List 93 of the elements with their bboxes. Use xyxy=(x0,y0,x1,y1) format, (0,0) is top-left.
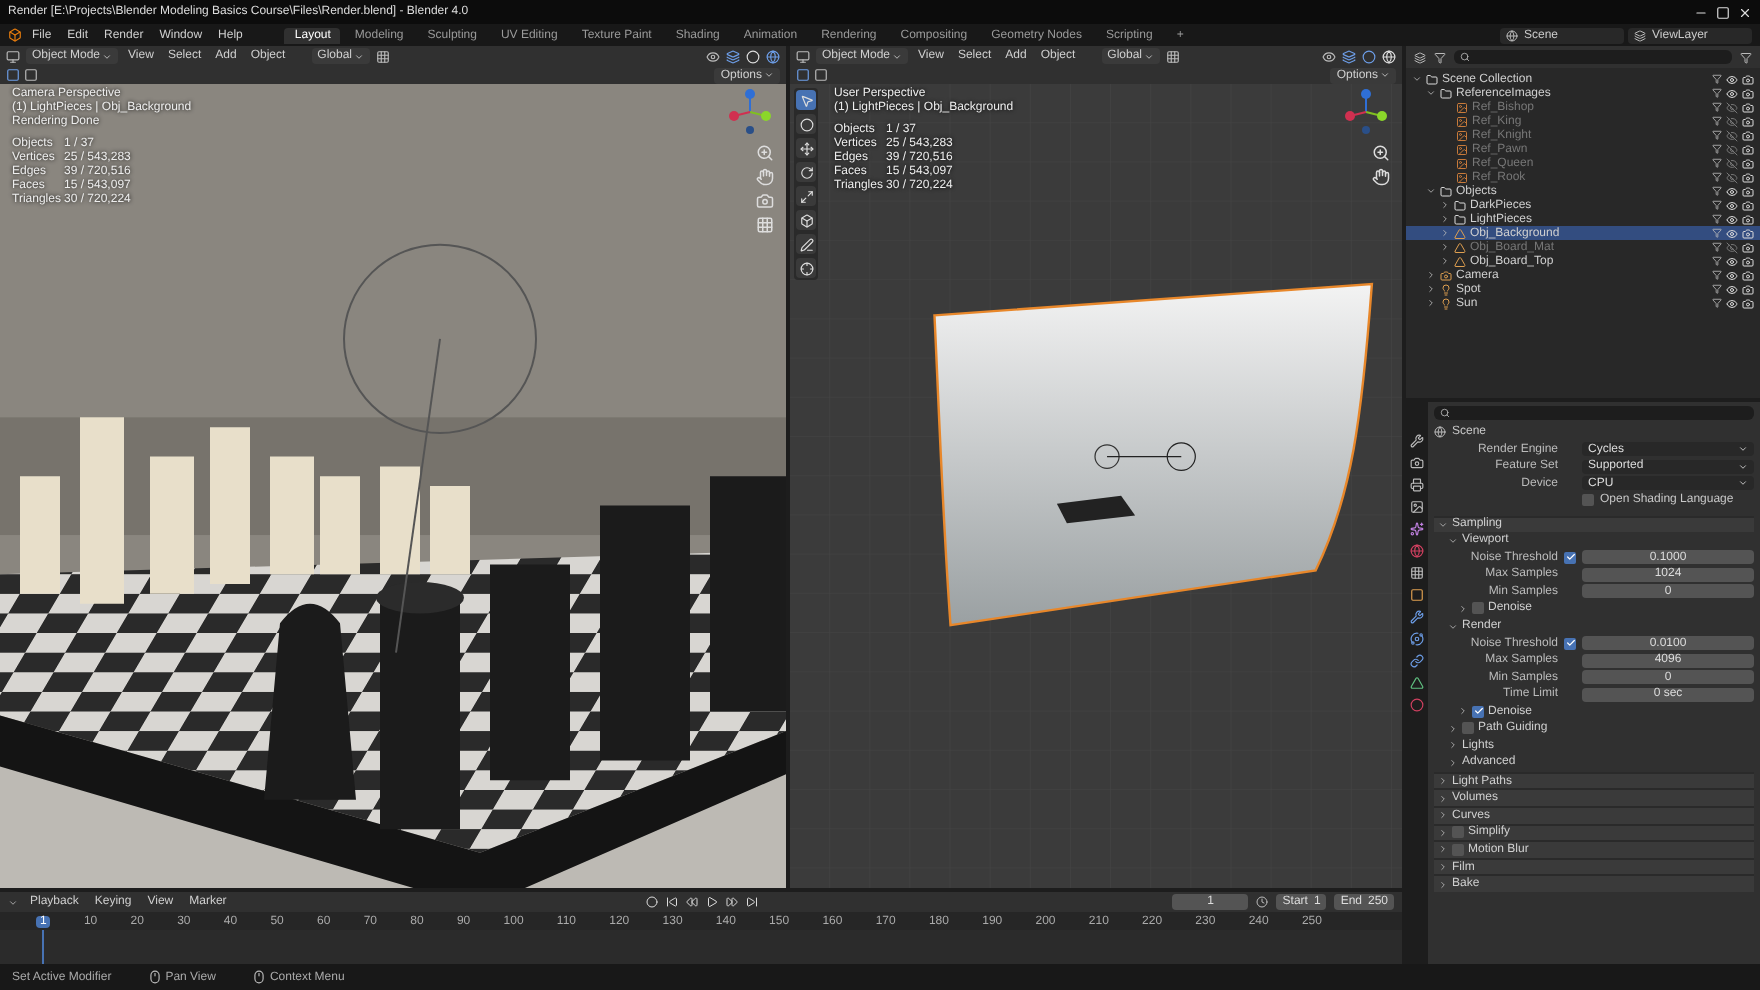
maximize-icon[interactable] xyxy=(1716,5,1730,19)
search-icon xyxy=(1460,52,1470,62)
checkbox[interactable] xyxy=(1452,843,1464,856)
snap-icon[interactable] xyxy=(376,49,390,63)
caret-icon xyxy=(892,51,903,61)
layers-icon xyxy=(1634,29,1646,41)
editor-type-icon[interactable] xyxy=(796,49,810,63)
checkbox[interactable] xyxy=(1472,705,1484,718)
editor-type-icon[interactable] xyxy=(1414,51,1426,63)
filter-icon xyxy=(1712,199,1722,209)
mouse-icon xyxy=(251,970,266,984)
sparkles-icon[interactable] xyxy=(1410,522,1424,536)
rewind-icon[interactable] xyxy=(685,896,698,908)
globe-icon[interactable] xyxy=(1410,544,1424,558)
camera-icon[interactable] xyxy=(1410,456,1424,470)
triangle-icon[interactable] xyxy=(1410,676,1424,690)
axis-gizmo-icon[interactable] xyxy=(726,88,774,136)
search-field[interactable] xyxy=(1434,406,1754,420)
rotate-icon[interactable] xyxy=(796,162,816,182)
filter-icon xyxy=(1712,115,1722,125)
snap-icon[interactable] xyxy=(1166,49,1180,63)
filter-icon xyxy=(1712,73,1722,83)
image-icon[interactable] xyxy=(1410,500,1424,514)
scale-icon[interactable] xyxy=(796,186,816,206)
playhead-line xyxy=(42,930,44,964)
logo-icon xyxy=(8,28,22,42)
filter-icon xyxy=(1712,255,1722,265)
caret-icon xyxy=(1380,70,1390,80)
checkbox[interactable] xyxy=(1462,722,1474,735)
scene-icon xyxy=(1434,426,1446,439)
editor-type-icon[interactable] xyxy=(6,49,20,63)
cursor-icon[interactable] xyxy=(796,90,816,110)
printer-icon[interactable] xyxy=(1410,478,1424,492)
caret-icon xyxy=(102,51,113,61)
move-icon[interactable] xyxy=(796,138,816,158)
checkmark-icon xyxy=(1473,706,1483,717)
filter-icon xyxy=(1712,227,1722,237)
clock-icon[interactable] xyxy=(1256,896,1269,908)
search-icon xyxy=(1440,408,1450,418)
orbit-icon[interactable] xyxy=(1410,632,1424,646)
filter-icon xyxy=(1712,143,1722,153)
eye-closed-icon xyxy=(1726,241,1738,253)
fast-forward-icon[interactable] xyxy=(725,896,738,908)
filter-icon xyxy=(1712,101,1722,111)
scene-icon xyxy=(1506,29,1518,41)
checkbox[interactable] xyxy=(1564,551,1576,564)
wrench-icon[interactable] xyxy=(1410,610,1424,624)
overlays-icon[interactable] xyxy=(1342,49,1356,63)
jump-start-icon[interactable] xyxy=(665,896,678,908)
filter-icon xyxy=(1712,297,1722,307)
checkmark-icon xyxy=(1565,552,1575,563)
axis-gizmo-icon[interactable] xyxy=(1342,88,1390,136)
pen-icon[interactable] xyxy=(796,234,816,254)
checkbox[interactable] xyxy=(1564,637,1576,650)
wrench-icon[interactable] xyxy=(1410,434,1424,448)
collapse-icon xyxy=(8,897,18,907)
mouse-icon xyxy=(147,970,162,984)
filter-icon xyxy=(1712,171,1722,181)
link-icon[interactable] xyxy=(1410,654,1424,668)
checkmark-icon xyxy=(1565,638,1575,649)
visibility-icon[interactable] xyxy=(706,49,720,63)
visibility-icon[interactable] xyxy=(1322,49,1336,63)
search-field[interactable] xyxy=(1454,50,1732,64)
jump-end-icon[interactable] xyxy=(745,896,758,908)
shading-icon[interactable] xyxy=(1362,49,1376,63)
checkbox[interactable] xyxy=(1452,826,1464,839)
zoom-icon[interactable] xyxy=(1372,144,1390,162)
filter-icon xyxy=(1712,129,1722,139)
record-icon[interactable] xyxy=(645,896,658,908)
checkbox[interactable] xyxy=(1472,602,1484,615)
camera-icon xyxy=(1440,269,1452,281)
filter-icon[interactable] xyxy=(1740,51,1752,63)
caret-icon xyxy=(1144,51,1154,61)
crosshair-icon[interactable] xyxy=(796,258,816,278)
square-icon[interactable] xyxy=(1410,588,1424,602)
filter-icon xyxy=(1712,241,1722,251)
filter-icon xyxy=(1712,87,1722,97)
display-mode-icon[interactable] xyxy=(1434,51,1446,63)
hand-icon[interactable] xyxy=(1372,168,1390,186)
checkbox[interactable] xyxy=(1582,494,1594,507)
caret-icon xyxy=(764,70,774,80)
filter-icon xyxy=(1712,283,1722,293)
filter-icon xyxy=(1712,269,1722,279)
filter-icon xyxy=(1712,157,1722,167)
shading-icon[interactable] xyxy=(766,49,780,63)
cube-icon[interactable] xyxy=(796,210,816,230)
close-icon[interactable] xyxy=(1738,5,1752,19)
filter-icon xyxy=(1712,185,1722,195)
grid-icon[interactable] xyxy=(1410,566,1424,580)
play-icon[interactable] xyxy=(705,896,718,908)
caret-icon xyxy=(354,51,364,61)
overlays-icon[interactable] xyxy=(726,49,740,63)
filter-icon xyxy=(1712,213,1722,223)
